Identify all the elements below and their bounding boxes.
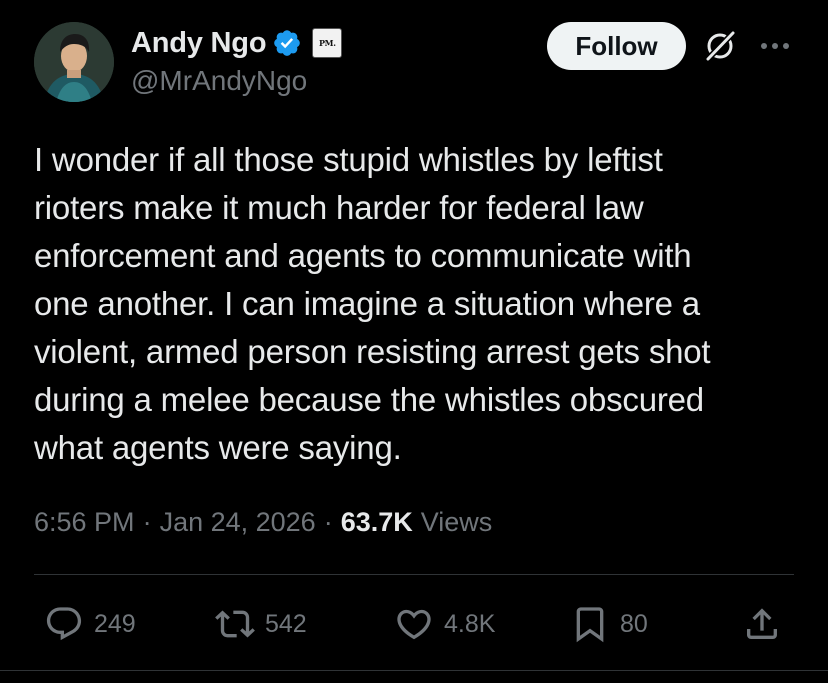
avatar-image [34,22,114,102]
tweet-time[interactable]: 6:56 PM [34,507,135,538]
bookmark-button[interactable]: 80 [570,602,648,646]
bottom-divider [0,670,828,671]
more-icon[interactable] [757,36,793,56]
reply-icon [46,607,82,641]
heart-icon [397,609,431,640]
like-button[interactable]: 4.8K [394,602,495,646]
affiliate-badge[interactable]: PM. [312,28,343,58]
avatar[interactable] [34,22,114,102]
bookmark-icon [576,607,604,643]
verified-badge-icon[interactable] [272,28,302,58]
repost-icon [215,610,255,638]
repost-count: 542 [265,609,307,638]
bookmark-count: 80 [620,609,648,638]
author-name-row: Andy Ngo PM. [131,26,343,60]
divider [34,574,794,575]
tweet-date[interactable]: Jan 24, 2026 [160,507,316,538]
meta-separator: · [323,506,333,537]
tweet-meta: 6:56 PM · Jan 24, 2026 · 63.7K Views [34,504,492,540]
affiliate-badge-text: PM. [318,38,336,48]
share-button[interactable] [742,602,782,646]
grok-icon[interactable] [702,28,738,64]
tweet-text: I wonder if all those stupid whistles by… [34,141,711,466]
meta-separator: · [142,506,152,537]
author-handle[interactable]: @MrAndyNgo [131,65,307,97]
author-name[interactable]: Andy Ngo [131,27,267,60]
reply-count: 249 [94,609,136,638]
share-icon [747,608,777,639]
repost-button[interactable]: 542 [215,602,307,646]
views-label: Views [420,506,493,537]
like-count: 4.8K [444,609,496,638]
reply-button[interactable]: 249 [44,602,136,646]
follow-button[interactable]: Follow [547,22,686,70]
tweet: Andy Ngo PM. @MrAndyNgo Follow I wonder … [0,0,828,683]
views-count[interactable]: 63.7K [341,507,413,538]
